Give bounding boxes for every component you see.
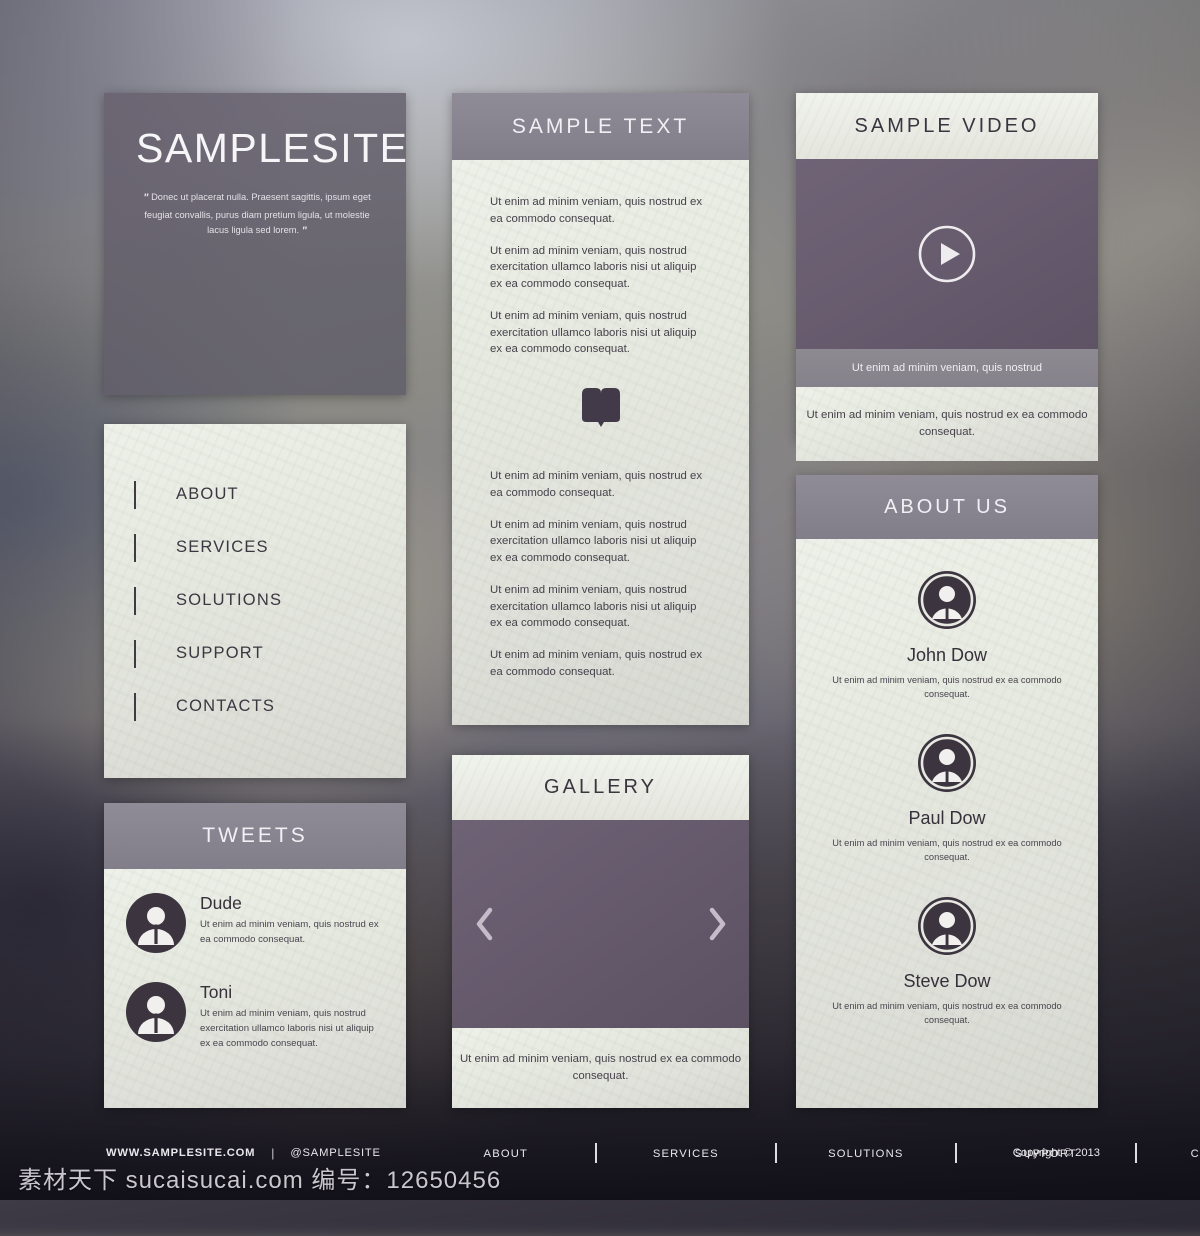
footer-link-about[interactable]: ABOUT [484,1148,529,1160]
nav-item-solutions[interactable]: SOLUTIONS [104,574,406,627]
nav-marker-icon [134,480,136,509]
paragraph: Ut enim ad minim veniam, quis nostrud ex… [490,583,697,630]
footer-separator: | [271,1146,275,1160]
main-navigation-panel: ABOUT SERVICES SOLUTIONS SUPPORT CONTACT… [104,424,406,778]
video-description: Ut enim ad minim veniam, quis nostrud ex… [806,408,1088,438]
about-us-heading: ABOUT US [796,475,1098,539]
footer-link-contacts[interactable]: CONTACTS [1191,1148,1200,1160]
team-member: Steve Dow Ut enim ad minim veniam, quis … [822,895,1072,1028]
member-name: Steve Dow [903,970,991,991]
footer-link-services[interactable]: SERVICES [653,1148,719,1160]
footer-social-handle[interactable]: @SAMPLESITE [290,1147,380,1159]
nav-item-about[interactable]: ABOUT [104,468,406,521]
video-stage[interactable] [796,159,1098,349]
member-name: John Dow [906,645,988,665]
play-icon[interactable] [917,224,977,284]
footer-divider-icon [774,1143,777,1163]
nav-marker-icon [134,586,136,615]
hero-quote-text: Donec ut placerat nulla. Praesent sagitt… [144,192,371,235]
avatar [126,893,186,958]
quote-close-mark: " [301,224,307,237]
person-icon [918,571,976,629]
paragraph: Ut enim ad minim veniam, quis nostrud ex… [490,196,703,225]
gallery-panel: GALLERY Ut enim ad minim veniam, quis no… [452,755,749,1108]
book-icon-wrapper [490,388,711,428]
nav-item-label: CONTACTS [176,697,276,715]
footer-divider-icon [594,1143,597,1163]
nav-item-contacts[interactable]: CONTACTS [104,680,406,733]
hero-quote: " Donec ut placerat nulla. Praesent sagi… [136,190,378,241]
nav-marker-icon [134,692,136,721]
gallery-image-stage [452,820,749,1028]
hero-panel: SAMPLESITE " Donec ut placerat nulla. Pr… [104,93,409,395]
member-text: Ut enim ad minim veniam, quis nostrud ex… [832,1000,1062,1026]
member-name: Paul Dow [908,807,986,828]
footer-copyright: Copyright © 2013 [1012,1147,1100,1159]
site-title: SAMPLESITE [136,125,409,171]
tweet-item: Toni Ut enim ad minim veniam, quis nostr… [126,982,384,1052]
team-member: John Dow Ut enim ad minim veniam, quis n… [822,569,1072,702]
sample-text-heading: SAMPLE TEXT [452,93,749,160]
book-icon [581,388,620,428]
chevron-right-icon[interactable] [707,907,727,941]
nav-marker-icon [134,533,136,562]
paragraph: Ut enim ad minim veniam, quis nostrud ex… [490,518,697,565]
tweet-author: Toni [200,982,233,1002]
footer-link-solutions[interactable]: SOLUTIONS [828,1148,903,1160]
nav-item-label: SOLUTIONS [176,591,283,609]
person-icon [126,893,186,953]
nav-item-label: SERVICES [176,538,269,556]
tweets-panel: TWEETS Dude Ut enim ad minim veniam, qui… [104,803,406,1108]
sample-text-body: Ut enim ad minim veniam, quis nostrud ex… [452,160,749,725]
chevron-left-icon[interactable] [474,907,494,941]
nav-marker-icon [134,639,136,668]
paragraph: Ut enim ad minim veniam, quis nostrud ex… [490,649,703,679]
paragraph: Ut enim ad minim veniam, quis nostrud ex… [490,470,703,499]
stock-watermark: 素材天下 sucaisucai.com 编号：12650456 [18,1167,502,1194]
avatar [126,982,186,1052]
about-us-panel: ABOUT US John Dow Ut enim ad minim venia… [796,475,1098,1108]
tweets-body: Dude Ut enim ad minim veniam, quis nostr… [104,869,406,1108]
footer-divider-icon [1134,1143,1137,1163]
gallery-caption: Ut enim ad minim veniam, quis nostrud ex… [459,1052,742,1082]
footer-divider-icon [954,1143,957,1163]
tweets-heading: TWEETS [104,803,406,869]
person-icon [918,733,976,792]
paragraph: Ut enim ad minim veniam, quis nostrud ex… [490,309,697,356]
gallery-heading: GALLERY [452,755,749,820]
tweet-text: Ut enim ad minim veniam, quis nostrud ex… [200,1008,374,1049]
paragraph: Ut enim ad minim veniam, quis nostrud ex… [490,244,697,291]
footer-site-url[interactable]: WWW.SAMPLESITE.COM [106,1147,255,1159]
nav-item-label: SUPPORT [176,644,264,662]
video-heading: SAMPLE VIDEO [796,93,1098,159]
quote-open-mark: " [143,192,149,205]
member-text: Ut enim ad minim veniam, quis nostrud ex… [832,837,1062,863]
footer-brand: WWW.SAMPLESITE.COM | @SAMPLESITE [106,1146,381,1160]
sample-video-panel: SAMPLE VIDEO Ut enim ad minim veniam, qu… [796,93,1098,461]
sample-text-panel: SAMPLE TEXT Ut enim ad minim veniam, qui… [452,93,749,725]
tweet-item: Dude Ut enim ad minim veniam, quis nostr… [126,893,384,958]
team-member: Paul Dow Ut enim ad minim veniam, quis n… [822,732,1072,865]
member-text: Ut enim ad minim veniam, quis nostrud ex… [832,675,1062,700]
nav-item-label: ABOUT [176,485,239,503]
person-icon [918,896,976,955]
gallery-caption-body: Ut enim ad minim veniam, quis nostrud ex… [452,1028,749,1108]
tweet-author: Dude [200,893,242,913]
about-us-body: John Dow Ut enim ad minim veniam, quis n… [796,539,1098,1108]
video-caption: Ut enim ad minim veniam, quis nostrud [796,349,1098,387]
nav-item-services[interactable]: SERVICES [104,521,406,574]
tweet-text: Ut enim ad minim veniam, quis nostrud ex… [200,919,379,945]
video-description-body: Ut enim ad minim veniam, quis nostrud ex… [796,387,1098,461]
person-icon [126,982,186,1042]
nav-item-support[interactable]: SUPPORT [104,627,406,680]
